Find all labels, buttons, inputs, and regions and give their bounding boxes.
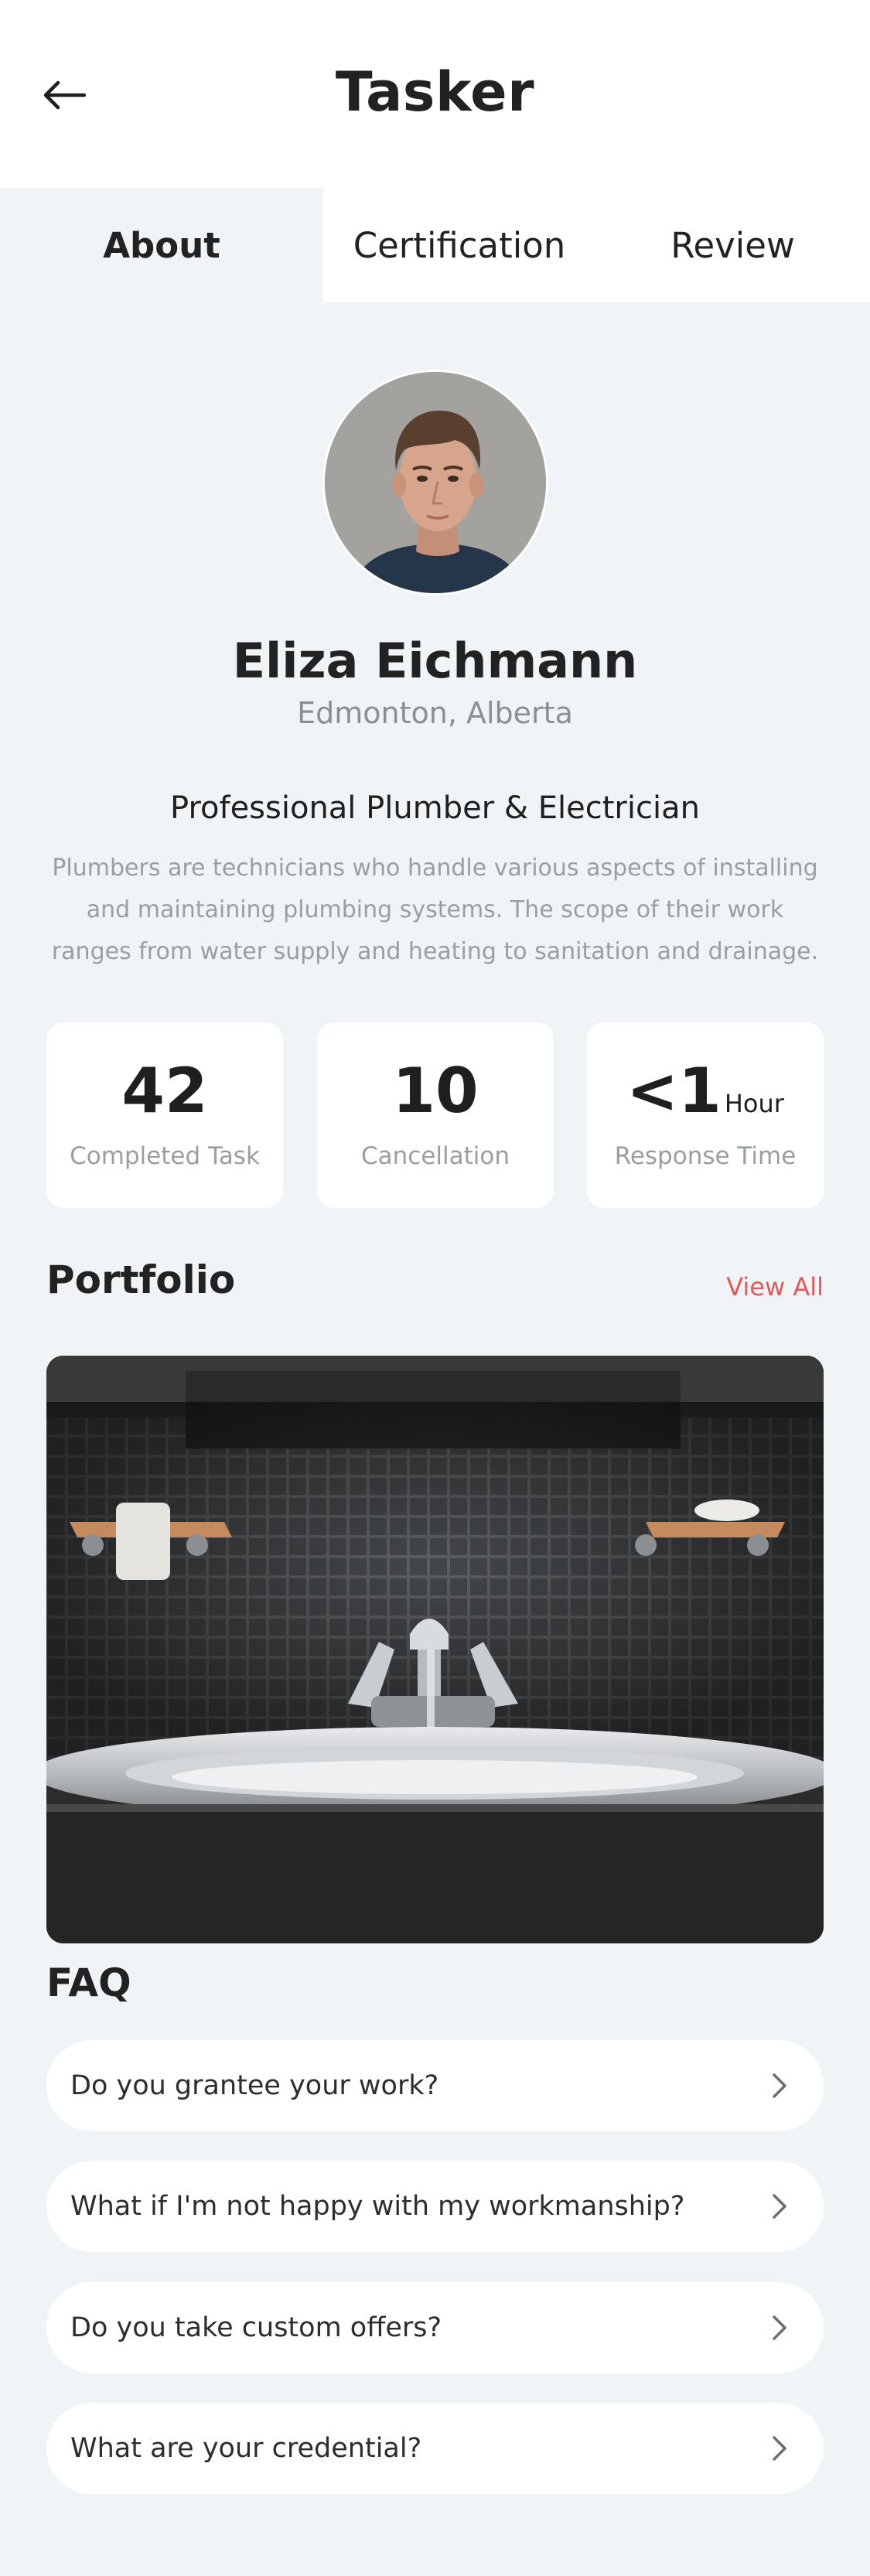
stat-value: 10 — [317, 1055, 554, 1127]
portfolio-title: Portfolio — [46, 1257, 236, 1302]
tab-review[interactable]: Review — [595, 188, 870, 302]
faq-item[interactable]: Do you grantee your work? — [46, 2040, 824, 2131]
faq-question: Do you grantee your work? — [70, 2070, 439, 2101]
faq-question: Do you take custom offers? — [70, 2312, 442, 2343]
page-title: Tasker — [335, 60, 535, 124]
tasker-name: Eliza Eichmann — [232, 633, 638, 689]
tasker-bio: Plumbers are technicians who handle vari… — [51, 855, 819, 965]
chevron-right-icon — [773, 2194, 786, 2219]
tasker-profession: Professional Plumber & Electrician — [170, 790, 700, 826]
stat-number: 10 — [392, 1055, 479, 1127]
faq-item[interactable]: Do you take custom offers? — [46, 2282, 824, 2373]
tab-certification[interactable]: Certification — [323, 188, 595, 302]
stat-card-cancellation: 10 Cancellation — [317, 1022, 554, 1208]
chevron-right-icon — [773, 2073, 786, 2098]
stat-label: Completed Task — [70, 1142, 260, 1170]
stat-value: 42 — [46, 1055, 283, 1127]
faq-question: What are your credential? — [70, 2433, 422, 2464]
sink-photo — [46, 1356, 824, 1943]
stat-unit: Hour — [724, 1089, 784, 1118]
view-all-link[interactable]: View All — [726, 1272, 824, 1302]
tasker-profile-page: Tasker About Certification Review Eliza … — [0, 0, 870, 2576]
stat-card-completed: 42 Completed Task — [46, 1022, 283, 1208]
stat-number: <1 — [626, 1055, 722, 1127]
portfolio-image[interactable] — [46, 1356, 824, 1943]
stat-number: 42 — [121, 1055, 208, 1127]
faq-title: FAQ — [46, 1960, 131, 2005]
stat-value: <1 Hour — [587, 1055, 824, 1127]
chevron-right-icon — [773, 2436, 786, 2461]
stat-label: Response Time — [614, 1142, 797, 1170]
avatar-portrait — [325, 372, 546, 593]
chevron-right-icon — [773, 2315, 786, 2340]
tasker-location: Edmonton, Alberta — [297, 696, 573, 730]
faq-question: What if I'm not happy with my workmanshi… — [70, 2191, 685, 2222]
stat-card-response-time: <1 Hour Response Time — [587, 1022, 824, 1208]
tab-about[interactable]: About — [0, 188, 323, 302]
avatar — [322, 370, 548, 595]
faq-item[interactable]: What if I'm not happy with my workmanshi… — [46, 2161, 824, 2252]
app-header: Tasker — [0, 0, 870, 188]
faq-item[interactable]: What are your credential? — [46, 2403, 824, 2494]
profile-tabs: About Certification Review — [0, 188, 870, 302]
stat-label: Cancellation — [360, 1142, 510, 1170]
